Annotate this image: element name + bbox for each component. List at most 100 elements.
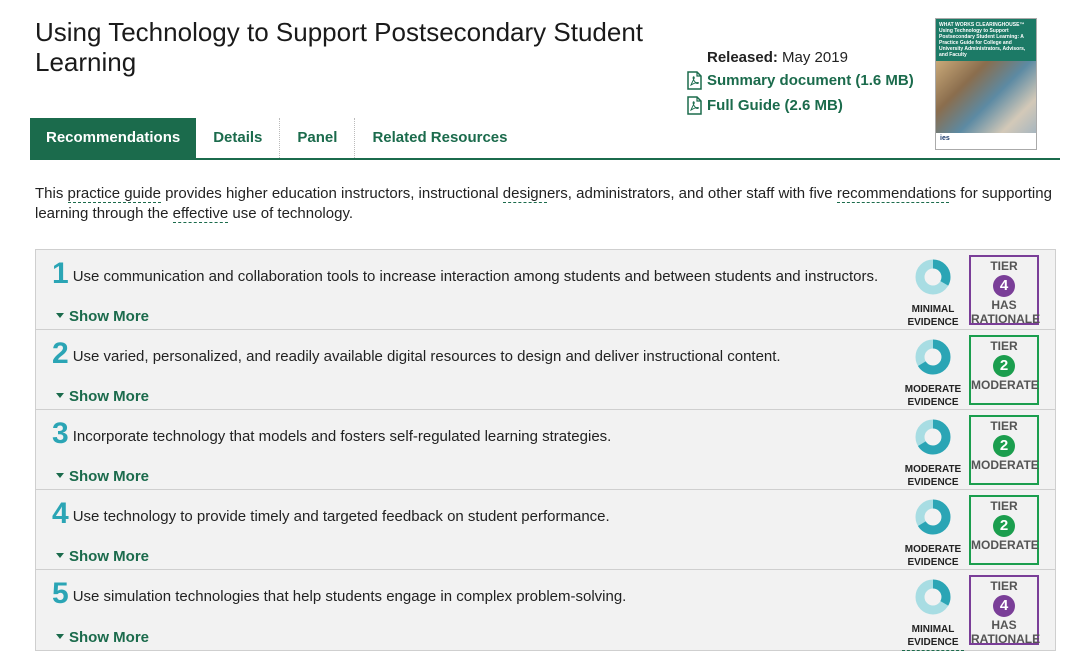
page-title: Using Technology to Support Postsecondar… bbox=[35, 17, 644, 77]
evidence-badge[interactable]: MODERATE EVIDENCE bbox=[902, 418, 964, 491]
recommendation-statement: Incorporate technology that models and f… bbox=[72, 428, 612, 445]
cover-title: WHAT WORKS CLEARINGHOUSE™ Using Technolo… bbox=[936, 19, 1036, 61]
evidence-word: EVIDENCE bbox=[907, 317, 959, 328]
recommendation-text: 4 Use technology to provide timely and ta… bbox=[52, 499, 892, 529]
recommendation-number: 4 bbox=[52, 497, 69, 530]
recommendation-text: 2 Use varied, personalized, and readily a… bbox=[52, 339, 892, 369]
tier-number: 2 bbox=[993, 355, 1015, 377]
tab-panel[interactable]: Panel bbox=[280, 118, 356, 158]
intro-text: provides higher education instructors, i… bbox=[160, 185, 503, 202]
tier-number: 4 bbox=[993, 275, 1015, 297]
evidence-word: EVIDENCE bbox=[907, 397, 959, 408]
recommendation-number: 3 bbox=[52, 417, 69, 450]
evidence-level-label: MINIMAL bbox=[911, 624, 955, 635]
tier-number: 2 bbox=[993, 435, 1015, 457]
recommendation-number: 1 bbox=[52, 257, 69, 290]
recommendation-statement: Use communication and collaboration tool… bbox=[72, 268, 879, 285]
evidence-badge[interactable]: MINIMAL EVIDENCE bbox=[902, 258, 964, 331]
recommendation-row: 2 Use varied, personalized, and readily a… bbox=[36, 330, 1055, 411]
show-more-label: Show More bbox=[69, 308, 150, 325]
tier-number: 4 bbox=[993, 595, 1015, 617]
tier-badge[interactable]: TIER 2 MODERATE bbox=[969, 415, 1039, 485]
tier-badge[interactable]: TIER 2 MODERATE bbox=[969, 495, 1039, 565]
full-guide-link[interactable]: Full Guide (2.6 MB) bbox=[686, 93, 914, 118]
evidence-level-icon bbox=[915, 259, 951, 295]
evidence-label: MINIMAL EVIDENCE bbox=[902, 623, 964, 651]
show-more-label: Show More bbox=[69, 388, 150, 405]
evidence-level-label: MODERATE bbox=[904, 544, 962, 555]
tier-label: TIER bbox=[990, 259, 1018, 273]
recommendations-list: 1 Use communication and collaboration too… bbox=[35, 249, 1056, 651]
evidence-label: MODERATE EVIDENCE bbox=[902, 463, 964, 491]
caret-down-icon bbox=[56, 553, 64, 558]
tier-badge[interactable]: TIER 2 MODERATE bbox=[969, 335, 1039, 405]
evidence-level-label: MODERATE bbox=[904, 464, 962, 475]
tier-description: RATIONALE bbox=[971, 312, 1041, 326]
recommendation-row: 3 Incorporate technology that models and … bbox=[36, 410, 1055, 491]
recommendation-statement: Use varied, personalized, and readily av… bbox=[72, 348, 781, 365]
evidence-word: EVIDENCE bbox=[907, 637, 959, 648]
glossary-term-recommendation[interactable]: recommendation bbox=[836, 185, 949, 203]
show-more-label: Show More bbox=[69, 629, 150, 646]
evidence-level-icon bbox=[915, 499, 951, 535]
show-more-toggle[interactable]: Show More bbox=[56, 548, 149, 565]
tier-label: TIER bbox=[990, 499, 1018, 513]
tier-label: TIER bbox=[990, 579, 1018, 593]
tab-details[interactable]: Details bbox=[196, 118, 281, 158]
evidence-badge[interactable]: MODERATE EVIDENCE bbox=[902, 498, 964, 571]
tab-recommendations[interactable]: Recommendations bbox=[30, 118, 197, 158]
show-more-label: Show More bbox=[69, 468, 150, 485]
caret-down-icon bbox=[56, 473, 64, 478]
intro-text: This bbox=[35, 185, 68, 202]
recommendation-statement: Use simulation technologies that help st… bbox=[72, 588, 627, 605]
tier-description: HAS bbox=[991, 298, 1017, 312]
show-more-label: Show More bbox=[69, 548, 150, 565]
evidence-word: EVIDENCE bbox=[907, 557, 959, 568]
intro-text: ers, administrators, and other staff wit… bbox=[546, 185, 837, 202]
evidence-label: MODERATE EVIDENCE bbox=[902, 543, 964, 571]
released-label: Released: bbox=[707, 49, 778, 66]
tier-description: HAS bbox=[991, 618, 1017, 632]
show-more-toggle[interactable]: Show More bbox=[56, 468, 149, 485]
recommendation-text: 5 Use simulation technologies that help s… bbox=[52, 579, 892, 609]
evidence-label: MINIMAL EVIDENCE bbox=[902, 303, 964, 331]
glossary-term-effective[interactable]: effective bbox=[172, 205, 229, 223]
tab-related-resources[interactable]: Related Resources bbox=[355, 118, 524, 158]
caret-down-icon bbox=[56, 313, 64, 318]
tier-badge[interactable]: TIER 4 HAS RATIONALE bbox=[969, 255, 1041, 326]
show-more-toggle[interactable]: Show More bbox=[56, 629, 149, 646]
evidence-level-icon bbox=[915, 339, 951, 375]
evidence-level-icon bbox=[915, 419, 951, 455]
evidence-badge[interactable]: MODERATE EVIDENCE bbox=[902, 338, 964, 411]
full-guide-link-label: Full Guide (2.6 MB) bbox=[707, 97, 843, 114]
summary-link-label: Summary document (1.6 MB) bbox=[707, 72, 914, 89]
tier-badge[interactable]: TIER 4 HAS RATIONALE bbox=[969, 575, 1040, 646]
glossary-term-practice-guide[interactable]: practice guide bbox=[67, 185, 161, 203]
recommendation-text: 1 Use communication and collaboration too… bbox=[52, 259, 892, 289]
glossary-term-design[interactable]: design bbox=[502, 185, 547, 203]
recommendation-number: 2 bbox=[52, 337, 69, 370]
recommendation-row: 4 Use technology to provide timely and ta… bbox=[36, 490, 1055, 571]
show-more-toggle[interactable]: Show More bbox=[56, 388, 149, 405]
recommendation-text: 3 Incorporate technology that models and … bbox=[52, 419, 892, 449]
guide-meta: Released: May 2019 Summary document (1.6… bbox=[686, 48, 914, 118]
summary-document-link[interactable]: Summary document (1.6 MB) bbox=[686, 68, 914, 93]
intro-text: use of technology. bbox=[228, 205, 354, 222]
caret-down-icon bbox=[56, 393, 64, 398]
tier-label: TIER bbox=[990, 339, 1018, 353]
release-date: Released: May 2019 bbox=[707, 48, 914, 68]
evidence-badge[interactable]: MINIMAL EVIDENCE bbox=[902, 578, 964, 651]
recommendation-row: 1 Use communication and collaboration too… bbox=[36, 250, 1055, 331]
tier-number: 2 bbox=[993, 515, 1015, 537]
tier-label: TIER bbox=[990, 419, 1018, 433]
recommendation-number: 5 bbox=[52, 577, 69, 610]
intro-paragraph: This practice guide provides higher educ… bbox=[35, 184, 1055, 224]
pdf-icon bbox=[687, 96, 702, 115]
guide-tabs: Recommendations Details Panel Related Re… bbox=[30, 118, 1060, 160]
evidence-level-icon bbox=[915, 579, 951, 615]
recommendation-row: 5 Use simulation technologies that help s… bbox=[36, 570, 1055, 651]
tier-description: MODERATE bbox=[971, 538, 1039, 552]
tier-description: MODERATE bbox=[971, 378, 1039, 392]
evidence-label: MODERATE EVIDENCE bbox=[902, 383, 964, 411]
show-more-toggle[interactable]: Show More bbox=[56, 308, 149, 325]
